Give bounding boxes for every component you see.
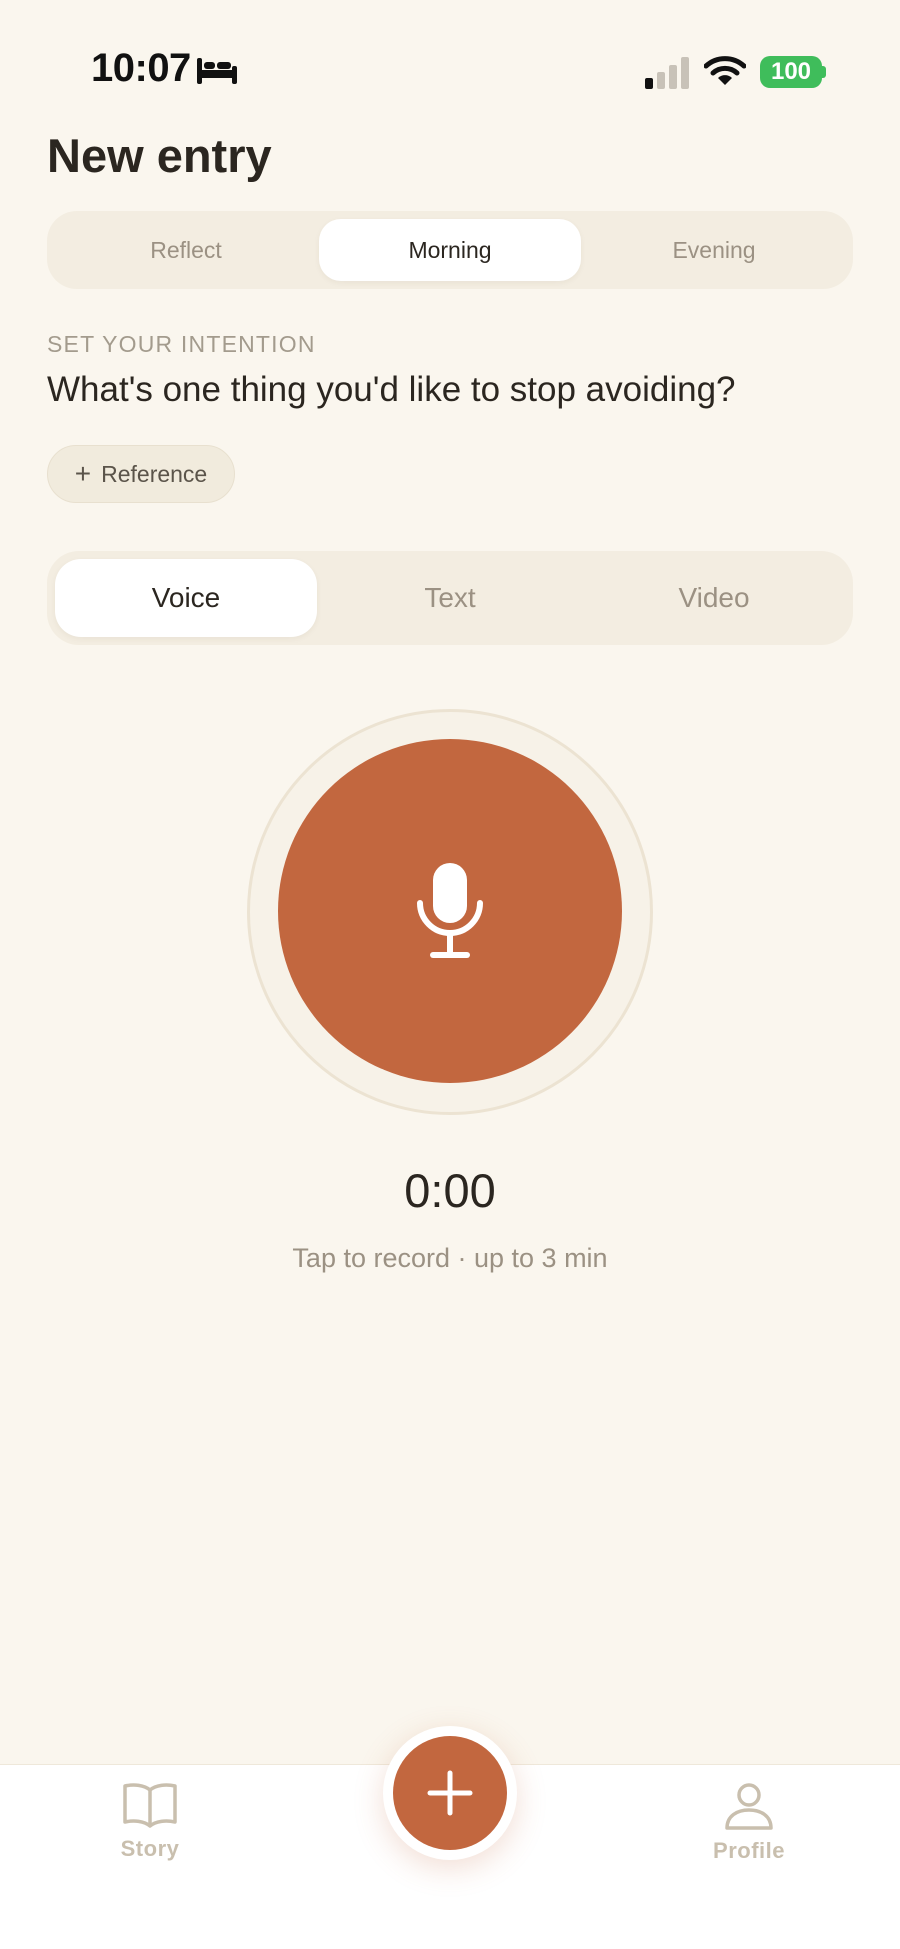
record-button[interactable] (278, 739, 622, 1083)
record-timer: 0:00 (404, 1164, 496, 1217)
person-icon (725, 1783, 773, 1830)
add-entry-button[interactable] (393, 1736, 507, 1850)
add-reference-button[interactable]: + Reference (47, 445, 235, 503)
tab-morning[interactable]: Morning (319, 219, 581, 281)
page-title: New entry (47, 129, 272, 182)
tab-evening[interactable]: Evening (583, 219, 845, 281)
nav-story[interactable]: Story (80, 1782, 220, 1862)
nav-profile[interactable]: Profile (679, 1782, 819, 1864)
plus-icon (427, 1770, 473, 1816)
tab-video[interactable]: Video (583, 559, 845, 637)
prompt-question: What's one thing you'd like to stop avoi… (47, 370, 736, 409)
battery-tip (822, 66, 826, 78)
book-icon (123, 1783, 177, 1828)
status-time: 10:07 (91, 46, 191, 90)
period-segmented-control: Reflect Morning Evening (47, 211, 853, 289)
record-hint: Tap to record · up to 3 min (292, 1243, 608, 1273)
plus-icon: + (74, 458, 92, 489)
mode-segmented-control: Voice Text Video (47, 551, 853, 645)
tab-voice[interactable]: Voice (55, 559, 317, 637)
wifi-icon (704, 56, 746, 85)
microphone-icon (417, 863, 483, 958)
tab-reflect[interactable]: Reflect (55, 219, 317, 281)
reference-label: Reference (101, 460, 208, 487)
prompt-label: SET YOUR INTENTION (47, 331, 316, 357)
battery-icon: 100 (760, 56, 822, 88)
tab-text[interactable]: Text (319, 559, 581, 637)
bed-icon (197, 58, 237, 84)
signal-icon (645, 57, 689, 89)
nav-story-label: Story (120, 1836, 180, 1861)
nav-profile-label: Profile (713, 1838, 785, 1863)
